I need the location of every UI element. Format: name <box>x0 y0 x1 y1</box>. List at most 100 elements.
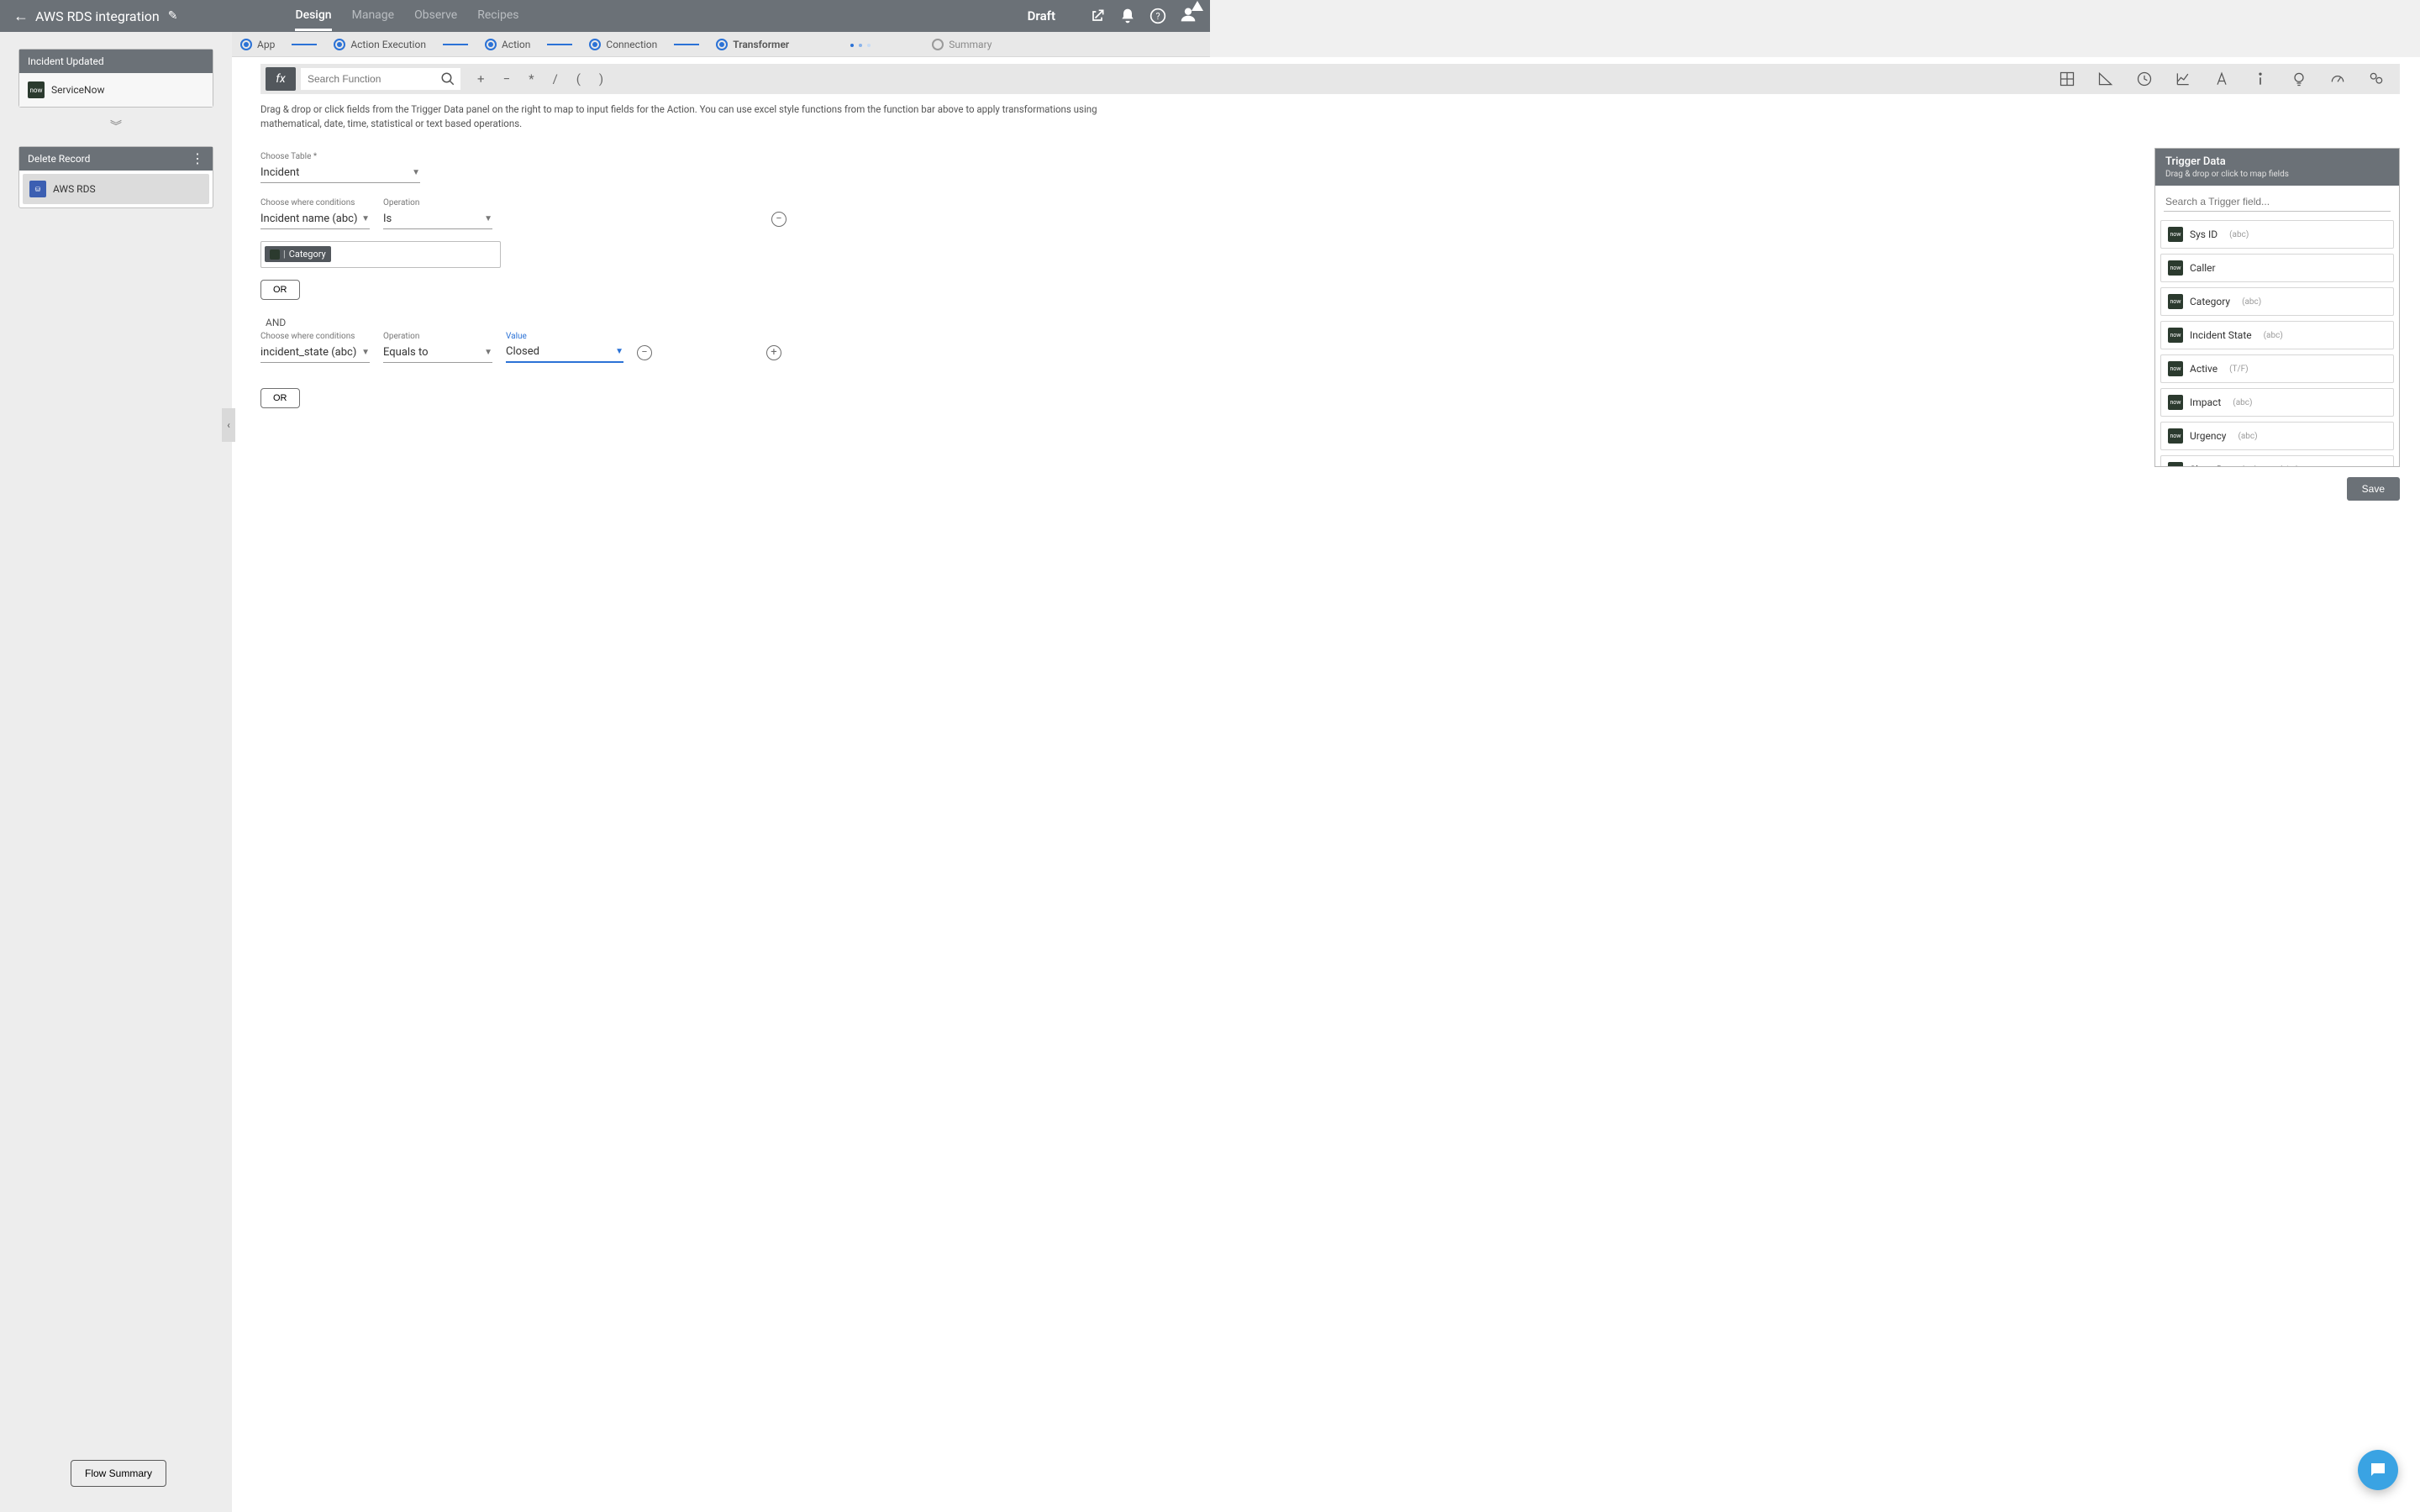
card-incident-updated[interactable]: Incident Updated now ServiceNow <box>18 49 213 108</box>
trigger-field-urgency[interactable]: nowUrgency(abc) <box>2160 422 2394 450</box>
or-button-1[interactable]: OR <box>260 280 300 300</box>
flow-summary-button[interactable]: Flow Summary <box>71 1460 166 1487</box>
op-paren-close[interactable]: ) <box>599 71 603 87</box>
trigger-field-list[interactable]: nowSys ID(abc) nowCaller nowCategory(abc… <box>2155 215 2399 466</box>
fx-icon[interactable]: fx <box>266 67 296 91</box>
svg-text:?: ? <box>1155 11 1160 22</box>
gauge-icon[interactable] <box>2329 71 2346 87</box>
function-bar: fx + − * / ( ) <box>260 64 2400 94</box>
step-bar: App Action Execution Action Connection T… <box>232 32 1210 57</box>
card-delete-record[interactable]: Delete Record ⋮ ⛁ AWS RDS <box>18 146 213 208</box>
remove-condition-button-2[interactable]: − <box>637 345 652 360</box>
choose-table-select[interactable]: Incident▼ <box>260 163 420 183</box>
step-connection[interactable]: Connection <box>589 39 657 50</box>
info-icon[interactable] <box>2252 71 2269 87</box>
step-summary[interactable]: Summary <box>932 39 992 50</box>
function-search-input[interactable] <box>301 68 460 90</box>
nav-design[interactable]: Design <box>295 2 331 31</box>
clock-icon[interactable] <box>2136 71 2153 87</box>
card-menu-icon[interactable]: ⋮ <box>191 155 204 163</box>
step-label: Action Execution <box>350 39 426 50</box>
help-icon[interactable]: ? <box>1150 8 1166 24</box>
card-row-servicenow[interactable]: now ServiceNow <box>19 73 213 107</box>
lightbulb-icon[interactable] <box>2291 71 2307 87</box>
chevron-down-icon: ▼ <box>361 348 370 357</box>
step-transformer[interactable]: Transformer <box>716 39 789 50</box>
bell-icon[interactable] <box>1119 8 1136 24</box>
trigger-field-impact[interactable]: nowImpact(abc) <box>2160 388 2394 417</box>
help-text: Drag & drop or click fields from the Tri… <box>260 102 1101 132</box>
warning-badge-icon <box>1192 1 1203 11</box>
condition-field-select[interactable]: Incident name (abc)▼ <box>260 209 370 229</box>
card-row-label: AWS RDS <box>53 183 96 195</box>
servicenow-icon: now <box>2168 462 2183 466</box>
nav-recipes[interactable]: Recipes <box>477 2 518 31</box>
content: fx + − * / ( ) Drag <box>232 57 2420 1512</box>
step-app[interactable]: App <box>240 39 275 50</box>
text-icon[interactable] <box>2213 71 2230 87</box>
trigger-title: Trigger Data <box>2165 155 2389 168</box>
op-divide[interactable]: / <box>553 71 558 87</box>
op-minus[interactable]: − <box>503 71 511 87</box>
aws-rds-icon: ⛁ <box>29 181 46 197</box>
user-avatar[interactable] <box>1180 6 1197 26</box>
trigger-search-input[interactable] <box>2164 192 2391 212</box>
op-paren-open[interactable]: ( <box>576 71 581 87</box>
trigger-field-short-description[interactable]: nowShort Description(abc) <box>2160 455 2394 466</box>
step-action-execution[interactable]: Action Execution <box>334 39 426 50</box>
field-name: Active <box>2190 363 2217 375</box>
field-name: Category <box>2190 296 2230 307</box>
open-external-icon[interactable] <box>1089 8 1106 24</box>
value-chip-input[interactable]: |Category <box>260 241 501 268</box>
trigger-field-category[interactable]: nowCategory(abc) <box>2160 287 2394 316</box>
field-type: (abc) <box>2238 432 2257 441</box>
servicenow-icon: now <box>2168 328 2183 343</box>
search-icon[interactable] <box>440 71 455 87</box>
edit-title-icon[interactable]: ✎ <box>168 9 178 23</box>
value-select[interactable]: Closed▼ <box>506 343 623 363</box>
nav-manage[interactable]: Manage <box>352 2 394 31</box>
field-type: (abc) <box>2242 297 2261 307</box>
save-button[interactable]: Save <box>2347 477 2400 501</box>
remove-condition-button[interactable]: − <box>771 212 786 227</box>
field-name: Sys ID <box>2190 228 2217 240</box>
flow-connector-icon: ︾ <box>18 118 213 134</box>
field-type: (abc) <box>2233 398 2252 407</box>
condition-field-select-2[interactable]: incident_state (abc)▼ <box>260 343 370 363</box>
step-action[interactable]: Action <box>485 39 530 50</box>
field-name: Caller <box>2190 262 2216 274</box>
trigger-field-caller[interactable]: nowCaller <box>2160 254 2394 282</box>
category-chip[interactable]: |Category <box>265 246 331 262</box>
operation-select-2[interactable]: Equals to▼ <box>383 343 492 363</box>
card-row-label: ServiceNow <box>51 84 104 96</box>
gear-icon[interactable] <box>2368 71 2385 87</box>
card-row-aws-rds[interactable]: ⛁ AWS RDS <box>23 174 209 204</box>
chart-icon[interactable] <box>2175 71 2191 87</box>
step-label: Summary <box>949 39 992 50</box>
card-title: Incident Updated <box>28 55 104 67</box>
top-icons: ? <box>1089 6 1197 26</box>
angle-icon[interactable] <box>2097 71 2114 87</box>
field-name: Incident State <box>2190 329 2252 341</box>
field-type: (T/F) <box>2229 365 2249 374</box>
add-condition-button[interactable]: + <box>766 345 781 360</box>
op-multiply[interactable]: * <box>529 71 534 87</box>
op-plus[interactable]: + <box>477 71 485 87</box>
math-icon[interactable] <box>2059 71 2075 87</box>
back-arrow-icon[interactable]: ← <box>13 8 29 25</box>
and-label: AND <box>266 317 2400 328</box>
operation-select[interactable]: Is▼ <box>383 209 492 229</box>
trigger-field-sys-id[interactable]: nowSys ID(abc) <box>2160 220 2394 249</box>
fx-category-icons <box>2059 71 2400 87</box>
servicenow-icon: now <box>2168 227 2183 242</box>
top-bar: ← AWS RDS integration ✎ Design Manage Ob… <box>0 0 1210 32</box>
trigger-field-incident-state[interactable]: nowIncident State(abc) <box>2160 321 2394 349</box>
main: ‹ fx + − * / ( ) <box>232 57 2420 1512</box>
nav-observe[interactable]: Observe <box>414 2 457 31</box>
top-nav: Design Manage Observe Recipes <box>295 2 518 31</box>
or-button-2[interactable]: OR <box>260 388 300 408</box>
trigger-field-active[interactable]: nowActive(T/F) <box>2160 354 2394 383</box>
select-value: Incident <box>260 166 299 179</box>
chat-widget[interactable] <box>2358 1450 2398 1490</box>
servicenow-icon <box>270 249 280 260</box>
